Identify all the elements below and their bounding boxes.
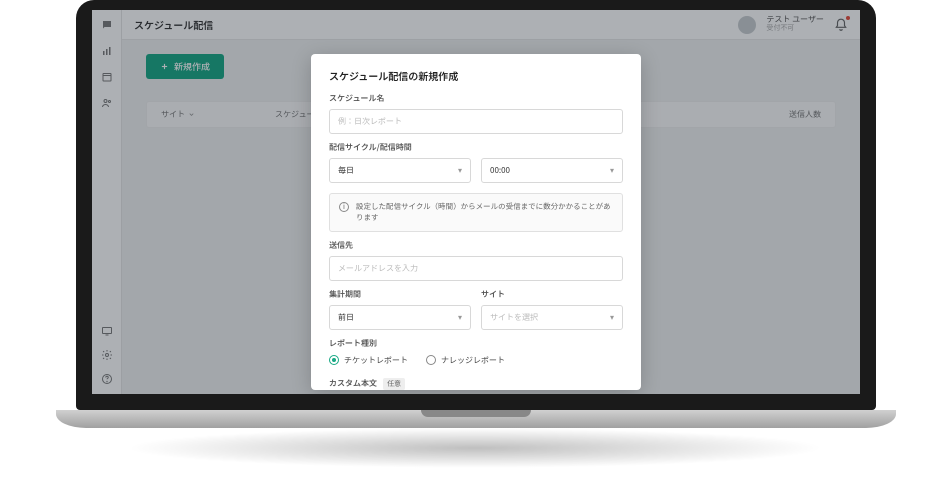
info-icon: i [339, 202, 349, 212]
cycle-label: 配信サイクル/配信時間 [329, 142, 623, 153]
create-schedule-modal: スケジュール配信の新規作成 スケジュール名 例：日次レポート 配信サイクル/配信… [311, 54, 641, 390]
app-screen: スケジュール配信 テスト ユーザー 受付不可 新規 [92, 10, 860, 394]
chevron-down-icon: ▾ [458, 312, 462, 323]
cycle-select[interactable]: 毎日 ▾ [329, 158, 471, 183]
schedule-name-label: スケジュール名 [329, 93, 623, 104]
info-box: i 設定した配信サイクル（時間）からメールの受信までに数分かかることがあります [329, 193, 623, 232]
recipients-label: 送信先 [329, 240, 623, 251]
time-select[interactable]: 00:00 ▾ [481, 158, 623, 183]
radio-ticket-report[interactable]: チケットレポート [329, 355, 408, 366]
optional-badge: 任意 [383, 378, 405, 390]
laptop-shadow [125, 428, 825, 468]
site-select[interactable]: サイトを選択 ▾ [481, 305, 623, 330]
period-label: 集計期間 [329, 289, 471, 300]
laptop-frame: スケジュール配信 テスト ユーザー 受付不可 新規 [76, 0, 876, 435]
chevron-down-icon: ▾ [610, 165, 614, 176]
chevron-down-icon: ▾ [610, 312, 614, 323]
custom-body-label: カスタム本文 [329, 378, 377, 389]
period-select[interactable]: 前日 ▾ [329, 305, 471, 330]
modal-title: スケジュール配信の新規作成 [329, 68, 623, 83]
site-label: サイト [481, 289, 623, 300]
chevron-down-icon: ▾ [458, 165, 462, 176]
schedule-name-input[interactable]: 例：日次レポート [329, 109, 623, 134]
info-text: 設定した配信サイクル（時間）からメールの受信までに数分かかることがあります [356, 201, 613, 224]
radio-knowledge-report[interactable]: ナレッジレポート [426, 355, 505, 366]
screen-bezel: スケジュール配信 テスト ユーザー 受付不可 新規 [76, 0, 876, 410]
recipients-input[interactable]: メールアドレスを入力 [329, 256, 623, 281]
report-type-label: レポート種別 [329, 338, 623, 349]
laptop-base [56, 410, 896, 428]
